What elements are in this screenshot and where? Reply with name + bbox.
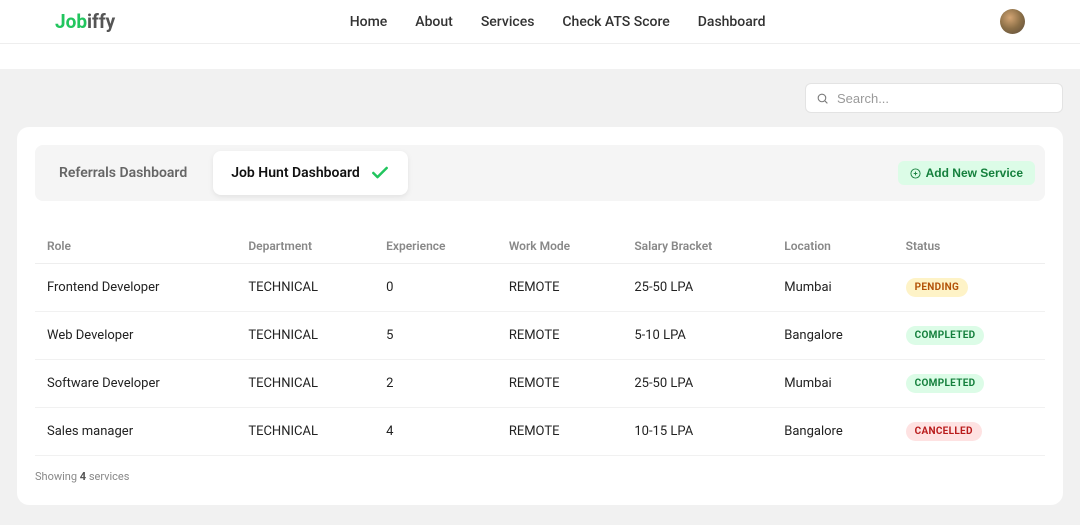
spacer [0, 44, 1080, 69]
cell-work-mode: REMOTE [497, 408, 623, 456]
cell-status: COMPLETED [894, 312, 1045, 360]
cell-salary: 10-15 LPA [622, 408, 772, 456]
nav-home[interactable]: Home [350, 14, 388, 30]
search-input[interactable] [837, 91, 1052, 106]
cell-work-mode: REMOTE [497, 360, 623, 408]
status-badge: COMPLETED [906, 374, 985, 393]
col-status[interactable]: Status [894, 229, 1045, 264]
main-nav: Home About Services Check ATS Score Dash… [115, 14, 1000, 30]
cell-role: Frontend Developer [35, 264, 236, 312]
footer-suffix: services [86, 470, 129, 483]
cell-department: TECHNICAL [236, 264, 374, 312]
topbar: Jobiffy Home About Services Check ATS Sc… [0, 0, 1080, 44]
check-icon [370, 163, 390, 183]
cell-department: TECHNICAL [236, 360, 374, 408]
logo-part2: iffy [87, 10, 115, 33]
logo-part1: Job [55, 10, 87, 33]
status-badge: CANCELLED [906, 422, 982, 441]
search-row [17, 83, 1063, 113]
col-department[interactable]: Department [236, 229, 374, 264]
header-actions: Add New Service [898, 161, 1039, 185]
tab-referrals[interactable]: Referrals Dashboard [41, 151, 205, 195]
cell-work-mode: REMOTE [497, 264, 623, 312]
add-service-label: Add New Service [926, 166, 1023, 180]
nav-dashboard[interactable]: Dashboard [698, 14, 766, 30]
nav-check-ats[interactable]: Check ATS Score [562, 14, 669, 30]
table-wrap: Role Department Experience Work Mode Sal… [35, 229, 1045, 456]
tabs-row: Referrals Dashboard Job Hunt Dashboard A… [35, 145, 1045, 201]
cell-department: TECHNICAL [236, 408, 374, 456]
table-row[interactable]: Frontend DeveloperTECHNICAL0REMOTE25-50 … [35, 264, 1045, 312]
col-location[interactable]: Location [772, 229, 893, 264]
cell-status: COMPLETED [894, 360, 1045, 408]
cell-experience: 4 [374, 408, 497, 456]
col-experience[interactable]: Experience [374, 229, 497, 264]
cell-work-mode: REMOTE [497, 312, 623, 360]
dashboard-card: Referrals Dashboard Job Hunt Dashboard A… [17, 127, 1063, 505]
nav-about[interactable]: About [415, 14, 453, 30]
tab-jobhunt-label: Job Hunt Dashboard [231, 165, 360, 181]
footer-prefix: Showing [35, 470, 80, 483]
status-badge: PENDING [906, 278, 969, 297]
search-icon [816, 92, 829, 105]
tab-referrals-label: Referrals Dashboard [59, 165, 187, 181]
status-badge: COMPLETED [906, 326, 985, 345]
cell-role: Software Developer [35, 360, 236, 408]
cell-location: Mumbai [772, 360, 893, 408]
add-service-button[interactable]: Add New Service [898, 161, 1035, 185]
table-head: Role Department Experience Work Mode Sal… [35, 229, 1045, 264]
cell-salary: 25-50 LPA [622, 360, 772, 408]
table-row[interactable]: Software DeveloperTECHNICAL2REMOTE25-50 … [35, 360, 1045, 408]
cell-experience: 0 [374, 264, 497, 312]
cell-location: Bangalore [772, 408, 893, 456]
cell-department: TECHNICAL [236, 312, 374, 360]
cell-role: Sales manager [35, 408, 236, 456]
col-salary[interactable]: Salary Bracket [622, 229, 772, 264]
cell-salary: 5-10 LPA [622, 312, 772, 360]
table-row[interactable]: Web DeveloperTECHNICAL5REMOTE5-10 LPABan… [35, 312, 1045, 360]
tab-jobhunt[interactable]: Job Hunt Dashboard [213, 151, 408, 195]
search-box[interactable] [805, 83, 1063, 113]
col-workmode[interactable]: Work Mode [497, 229, 623, 264]
cell-location: Bangalore [772, 312, 893, 360]
cell-experience: 2 [374, 360, 497, 408]
table-row[interactable]: Sales managerTECHNICAL4REMOTE10-15 LPABa… [35, 408, 1045, 456]
cell-salary: 25-50 LPA [622, 264, 772, 312]
logo[interactable]: Jobiffy [55, 10, 115, 33]
footer-text: Showing 4 services [35, 470, 1045, 483]
cell-role: Web Developer [35, 312, 236, 360]
page: Referrals Dashboard Job Hunt Dashboard A… [0, 69, 1080, 525]
table-body: Frontend DeveloperTECHNICAL0REMOTE25-50 … [35, 264, 1045, 456]
cell-location: Mumbai [772, 264, 893, 312]
col-role[interactable]: Role [35, 229, 236, 264]
services-table: Role Department Experience Work Mode Sal… [35, 229, 1045, 456]
cell-status: PENDING [894, 264, 1045, 312]
cell-experience: 5 [374, 312, 497, 360]
avatar[interactable] [1000, 9, 1025, 34]
cell-status: CANCELLED [894, 408, 1045, 456]
nav-services[interactable]: Services [481, 14, 535, 30]
plus-circle-icon [910, 168, 921, 179]
